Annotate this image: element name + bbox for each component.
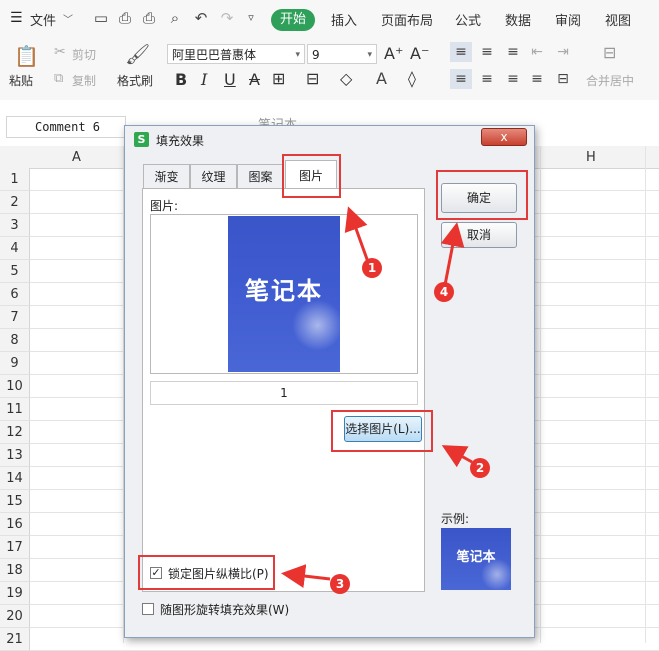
annotation-arrows	[281, 206, 473, 588]
annotation-badge-4: 4	[434, 282, 454, 302]
annotation-badge-1: 1	[362, 258, 382, 278]
annotation-badge-3: 3	[330, 574, 350, 594]
annotation-badge-2: 2	[470, 458, 490, 478]
